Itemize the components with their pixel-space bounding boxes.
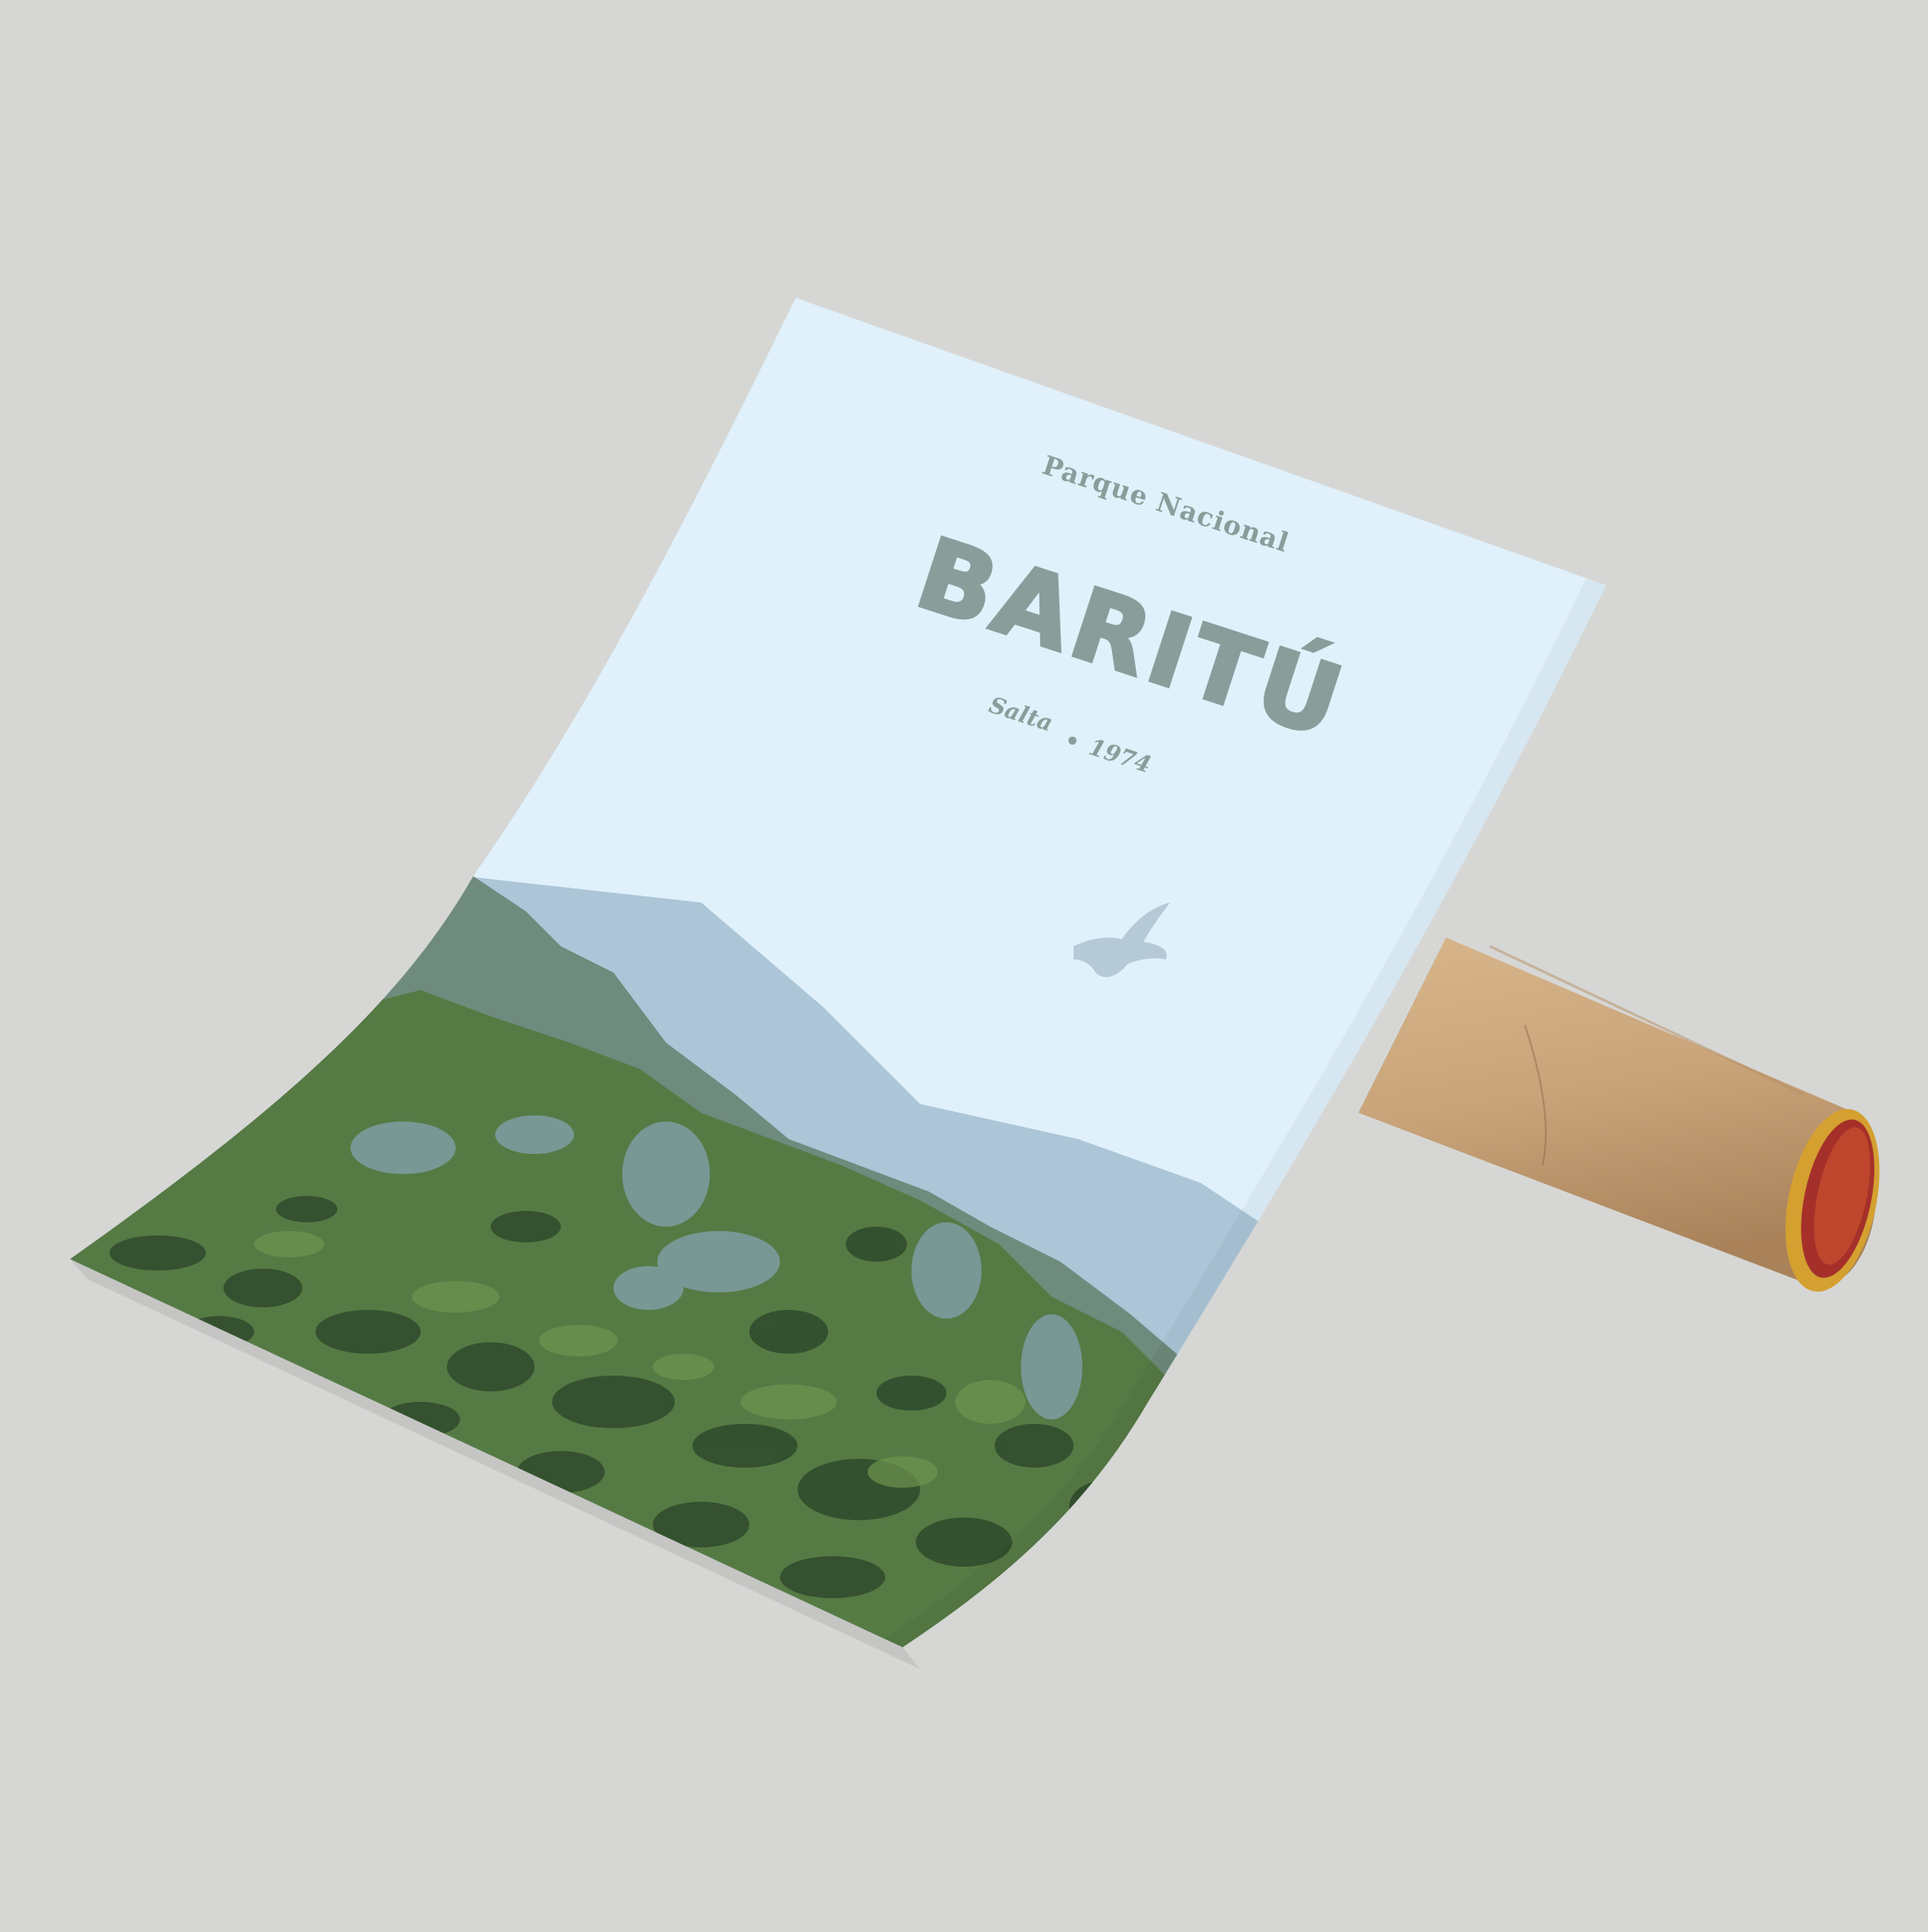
poster-mockup-scene: Parque Nacional BARITÚ Salta • 1974 <box>0 0 1928 1928</box>
cardboard-tube <box>1358 938 1880 1292</box>
scene-svg <box>70 298 1880 1669</box>
